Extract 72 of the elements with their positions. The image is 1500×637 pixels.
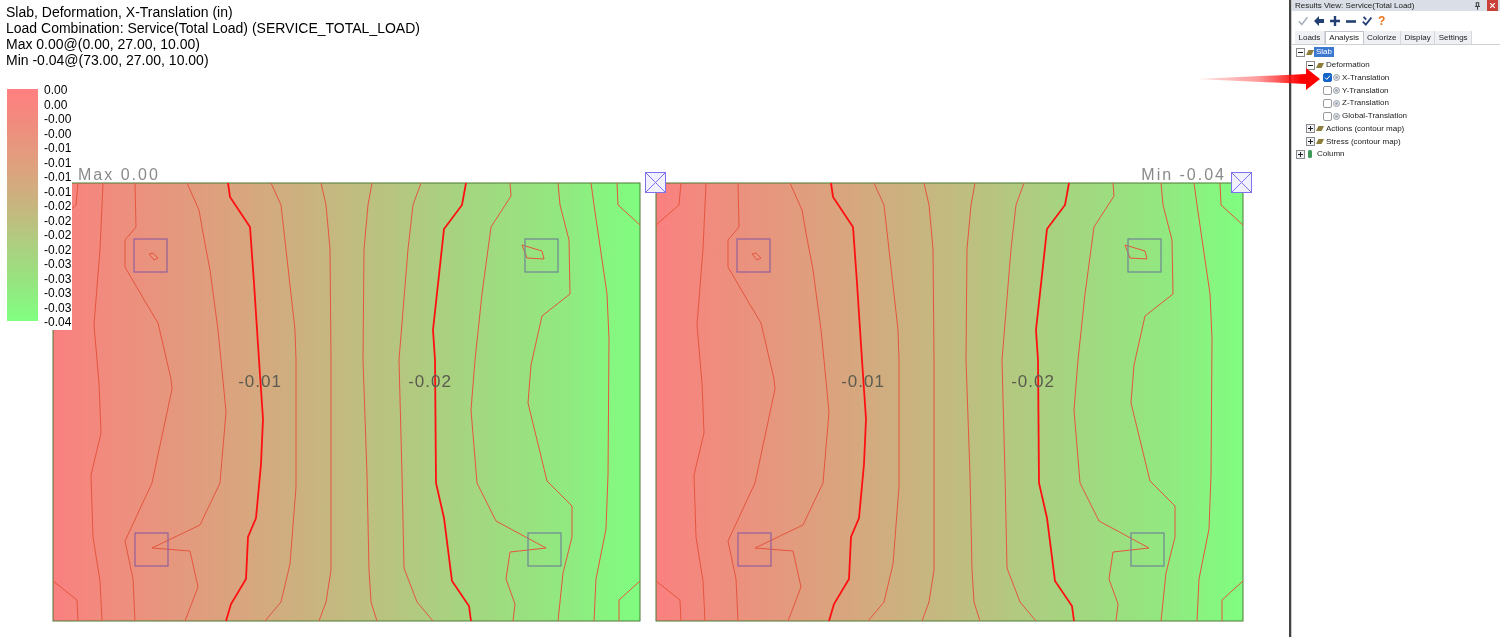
tree-item[interactable]: Deformation (1324, 60, 1372, 71)
minus-icon[interactable] (1346, 19, 1356, 23)
plus-box-icon[interactable] (1296, 149, 1305, 159)
legend-label: -0.02 (44, 199, 72, 214)
legend-label: -0.04 (44, 315, 72, 330)
legend-label: -0.02 (44, 228, 72, 243)
column-outline-icon (524, 238, 559, 273)
legend-label: -0.02 (44, 242, 72, 257)
tree-item[interactable]: Column (1315, 149, 1347, 160)
legend-label: -0.03 (44, 300, 72, 315)
load-combination-text: Load Combination: Service(Total Load) (SERVICE_TOTAL_LOAD) (6, 20, 420, 36)
column-outline-icon (133, 238, 168, 273)
max-value-label: Max 0.00 (78, 166, 160, 183)
cylinder-icon (1308, 150, 1312, 159)
crossed-square-icon (645, 172, 666, 193)
tree-item[interactable]: Slab (1314, 47, 1334, 58)
min-value-text: Min -0.04@(73.00, 27.00, 10.00) (6, 52, 209, 68)
contour-line (655, 580, 682, 622)
contour-line (616, 182, 641, 226)
pin-icon[interactable] (1475, 1, 1480, 10)
contour-line (655, 182, 682, 226)
legend-label: -0.03 (44, 257, 72, 272)
minus-box-icon[interactable] (1296, 47, 1305, 57)
legend-label: 0.00 (44, 83, 69, 98)
column-outline-icon (736, 238, 771, 273)
checkbox[interactable] (1323, 111, 1332, 121)
contour-line (1221, 580, 1244, 622)
checkbox[interactable] (1323, 98, 1332, 108)
legend-label: -0.01 (44, 141, 72, 156)
column-outline-icon (134, 532, 169, 567)
legend-label: -0.00 (44, 126, 72, 141)
column-outline-icon (737, 532, 772, 567)
legend-label: -0.02 (44, 213, 72, 228)
checkbox[interactable] (1323, 86, 1332, 96)
legend-label: 0.00 (44, 97, 69, 112)
tree-item[interactable]: Y-Translation (1340, 85, 1391, 96)
tree-item[interactable]: Actions (contour map) (1324, 123, 1407, 134)
tree-item[interactable]: Stress (contour map) (1324, 136, 1403, 147)
tree-item[interactable]: Z-Translation (1340, 98, 1391, 109)
tab[interactable]: Analysis (1324, 31, 1364, 44)
legend-label: -0.03 (44, 286, 72, 301)
column-outline-icon (1127, 238, 1162, 273)
legend-label: -0.01 (44, 170, 72, 185)
crossed-square-icon (1231, 172, 1252, 193)
legend-label: -0.01 (44, 155, 72, 170)
panel-title: Results View: Service(Total Load) (1295, 0, 1415, 11)
max-value-text: Max 0.00@(0.00, 27.00, 10.00) (6, 36, 200, 52)
close-button[interactable] (1487, 0, 1498, 11)
tab[interactable]: Loads (1295, 31, 1325, 44)
minus-box-icon[interactable] (1306, 60, 1315, 70)
plus-box-icon[interactable] (1306, 124, 1315, 134)
close-icon (1490, 3, 1495, 8)
column-outline-icon (527, 532, 562, 567)
tree-item[interactable]: X-Translation (1340, 72, 1392, 83)
tick-icon[interactable] (1362, 16, 1372, 26)
contour-line (618, 580, 641, 622)
legend-label: -0.03 (44, 271, 72, 286)
left-arrow-icon[interactable] (1314, 16, 1324, 26)
tree-item[interactable]: Global-Translation (1340, 111, 1410, 122)
plus-box-icon[interactable] (1306, 137, 1315, 147)
plus-icon[interactable] (1330, 16, 1340, 26)
tab[interactable]: Settings (1435, 31, 1473, 44)
contour-line (52, 580, 79, 622)
tab[interactable]: Colorize (1363, 31, 1401, 44)
tab[interactable]: Display (1400, 31, 1436, 44)
legend-label: -0.01 (44, 184, 72, 199)
result-title: Slab, Deformation, X-Translation (in) (6, 4, 233, 20)
column-outline-icon (1130, 532, 1165, 567)
min-value-label: Min -0.04 (1141, 166, 1226, 183)
contour-line (1219, 182, 1244, 226)
legend-label: -0.00 (44, 112, 72, 127)
checkbox[interactable] (1323, 73, 1332, 83)
